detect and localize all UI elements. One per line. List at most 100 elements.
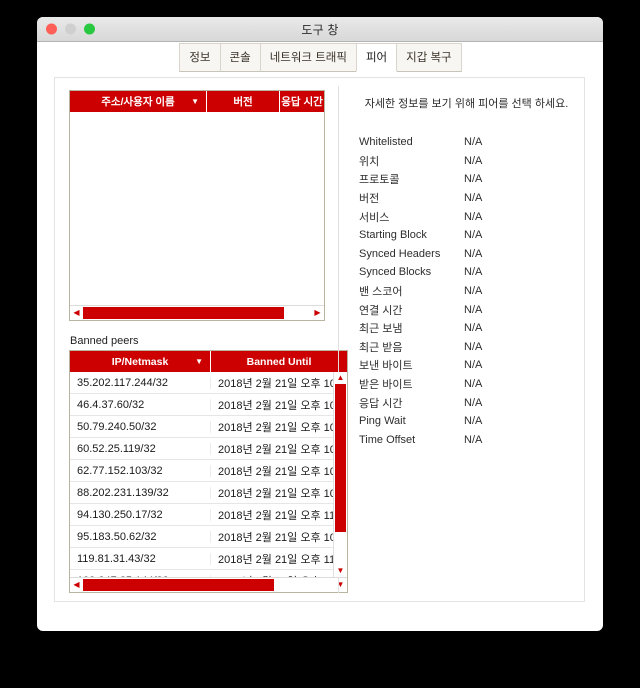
table-row[interactable]: 88.202.231.139/32 2018년 2월 21일 오후 10시 [70, 482, 333, 504]
tab-0[interactable]: 정보 [179, 43, 221, 72]
sort-descending-icon: ▼ [195, 356, 203, 366]
table-row[interactable]: 62.77.152.103/32 2018년 2월 21일 오후 10시 [70, 460, 333, 482]
banned-hscroll-track[interactable] [83, 579, 334, 591]
peer-detail-list: Whitelisted N/A 위치 N/A 프로토콜 N/A 버전 N/A 서비스 N/A Sta… [359, 133, 574, 449]
table-row[interactable]: 94.130.250.17/32 2018년 2월 21일 오후 11시 1 [70, 504, 333, 526]
scroll-left-icon[interactable]: ◀ [70, 309, 83, 317]
banned-vscroll-track[interactable] [335, 384, 346, 565]
banned-cell-ip: 50.79.240.50/32 [70, 420, 211, 433]
peers-horizontal-scrollbar[interactable]: ◀ ▶ [70, 305, 324, 320]
detail-row: 보낸 바이트 N/A [359, 356, 574, 375]
peers-column: 주소/사용자 이름 ▼ 버전 응답 시간 ◀ ▶ Banned peers IP… [55, 78, 348, 601]
peers-hscroll-track[interactable] [83, 307, 311, 319]
detail-value: N/A [464, 173, 483, 186]
scroll-right-icon[interactable]: ▶ [311, 309, 324, 317]
sort-descending-icon: ▼ [191, 96, 199, 106]
tool-window: 도구 창 정보 콘솔 네트워크 트래픽 피어 지갑 복구 주소/사용자 이름 ▼ 버전 [37, 17, 603, 631]
detail-row: 버전 N/A [359, 189, 574, 208]
detail-row: 밴 스코어 N/A [359, 282, 574, 301]
banned-cell-ip: 60.52.25.119/32 [70, 442, 211, 455]
banned-rows: 35.202.117.244/322018년 2월 21일 오후 10시46.4… [70, 372, 333, 577]
detail-key: Synced Headers [359, 247, 441, 260]
detail-value: N/A [464, 210, 483, 223]
detail-key: 밴 스코어 [359, 286, 403, 299]
banned-peers-table[interactable]: IP/Netmask ▼ Banned Until 35.202.117.244… [69, 350, 348, 593]
detail-value: N/A [464, 154, 483, 167]
detail-value: N/A [464, 433, 483, 446]
tab-1[interactable]: 콘솔 [219, 43, 261, 72]
banned-cell-ip: 199.247.25.144/32 [70, 574, 211, 577]
banned-vscroll-thumb[interactable] [335, 384, 346, 533]
banned-col-ipnetmask[interactable]: IP/Netmask ▼ [70, 351, 211, 372]
maximize-button[interactable] [84, 23, 95, 35]
peers-col-version-label: 버전 [233, 96, 253, 108]
detail-key: 응답 시간 [359, 397, 403, 410]
tab-2[interactable]: 네트워크 트래픽 [259, 43, 357, 72]
banned-table-body: 35.202.117.244/322018년 2월 21일 오후 10시46.4… [70, 372, 347, 577]
detail-key: Time Offset [359, 433, 416, 446]
table-row[interactable]: 35.202.117.244/32 2018년 2월 21일 오후 10시 [70, 372, 333, 394]
detail-key: 받은 바이트 [359, 379, 413, 392]
scroll-up-icon[interactable]: ▲ [337, 372, 345, 384]
peers-col-version[interactable]: 버전 [207, 91, 280, 112]
banned-cell-ip: 94.130.250.17/32 [70, 508, 211, 521]
banned-cell-ip: 119.81.31.43/32 [70, 552, 211, 565]
peer-detail-column: 자세한 정보를 보기 위해 피어를 선택 하세요. Whitelisted N/A… [339, 78, 584, 601]
table-row[interactable]: 50.79.240.50/32 2018년 2월 21일 오후 10시 [70, 416, 333, 438]
tab-bar: 정보 콘솔 네트워크 트래픽 피어 지갑 복구 [37, 42, 603, 72]
window-title: 도구 창 [301, 22, 339, 37]
tab-4[interactable]: 지갑 복구 [396, 43, 462, 72]
detail-row: Starting Block N/A [359, 226, 574, 245]
banned-cell-until: 2018년 2월 21일 오후 10시 [218, 443, 333, 456]
detail-value: N/A [464, 303, 483, 316]
detail-row: 위치 N/A [359, 152, 574, 171]
table-row[interactable]: 60.52.25.119/32 2018년 2월 21일 오후 10시 [70, 438, 333, 460]
detail-row: 받은 바이트 N/A [359, 375, 574, 394]
scroll-down-icon[interactable]: ▼ [337, 565, 345, 577]
banned-cell-until: 2018년 2월 21일 오후 10시 [218, 465, 333, 478]
detail-row: 프로토콜 N/A [359, 170, 574, 189]
detail-key: 서비스 [359, 211, 390, 224]
banned-horizontal-scrollbar[interactable]: ◀ ▼ [70, 577, 347, 592]
detail-key: 연결 시간 [359, 304, 403, 317]
table-row[interactable]: 199.247.25.144/322018년 2월 21일 오후 11시 1 [70, 570, 333, 577]
peers-hscroll-thumb[interactable] [83, 307, 284, 319]
detail-key: 버전 [359, 193, 380, 206]
detail-value: N/A [464, 359, 483, 372]
detail-key: Synced Blocks [359, 266, 432, 279]
detail-key: Starting Block [359, 229, 427, 242]
banned-peers-label: Banned peers [70, 335, 139, 347]
detail-value: N/A [464, 229, 483, 242]
peers-table[interactable]: 주소/사용자 이름 ▼ 버전 응답 시간 ◀ ▶ [69, 90, 325, 321]
banned-cell-until: 2018년 2월 21일 오후 10시 [218, 487, 333, 500]
banned-hscroll-thumb[interactable] [83, 579, 274, 591]
peers-col-ping-label: 응답 시간 [281, 96, 323, 108]
detail-value: N/A [464, 136, 483, 149]
peers-table-header: 주소/사용자 이름 ▼ 버전 응답 시간 [70, 91, 324, 112]
banned-vertical-scrollbar[interactable]: ▲ ▼ [333, 372, 347, 577]
banned-col-until[interactable]: Banned Until [211, 351, 347, 372]
table-row[interactable]: 46.4.37.60/32 2018년 2월 21일 오후 10시 [70, 394, 333, 416]
minimize-button[interactable] [65, 23, 76, 35]
banned-cell-ip: 88.202.231.139/32 [70, 486, 211, 499]
close-button[interactable] [46, 23, 57, 35]
tab-3[interactable]: 피어 [355, 43, 398, 72]
peer-detail-hint: 자세한 정보를 보기 위해 피어를 선택 하세요. [364, 98, 569, 110]
peers-col-address[interactable]: 주소/사용자 이름 ▼ [70, 91, 207, 112]
banned-cell-until: 2018년 2월 21일 오후 10시 [218, 377, 333, 390]
detail-key: 최근 보냄 [359, 323, 403, 336]
detail-value: N/A [464, 340, 483, 353]
peers-col-ping[interactable]: 응답 시간 [280, 91, 324, 112]
detail-value: N/A [464, 396, 483, 409]
banned-cell-ip: 95.183.50.62/32 [70, 530, 211, 543]
table-row[interactable]: 119.81.31.43/32 2018년 2월 21일 오후 11시 1 [70, 548, 333, 570]
detail-key: 최근 받음 [359, 341, 403, 354]
table-row[interactable]: 95.183.50.62/32 2018년 2월 21일 오후 10시 [70, 526, 333, 548]
detail-row: 서비스 N/A [359, 207, 574, 226]
peers-table-body [70, 112, 324, 305]
scroll-left-icon[interactable]: ◀ [70, 581, 83, 589]
banned-col-until-label: Banned Until [246, 355, 312, 368]
detail-row: 최근 받음 N/A [359, 338, 574, 357]
detail-value: N/A [464, 266, 483, 279]
banned-cell-until: 2018년 2월 21일 오후 11시 1 [218, 509, 333, 522]
